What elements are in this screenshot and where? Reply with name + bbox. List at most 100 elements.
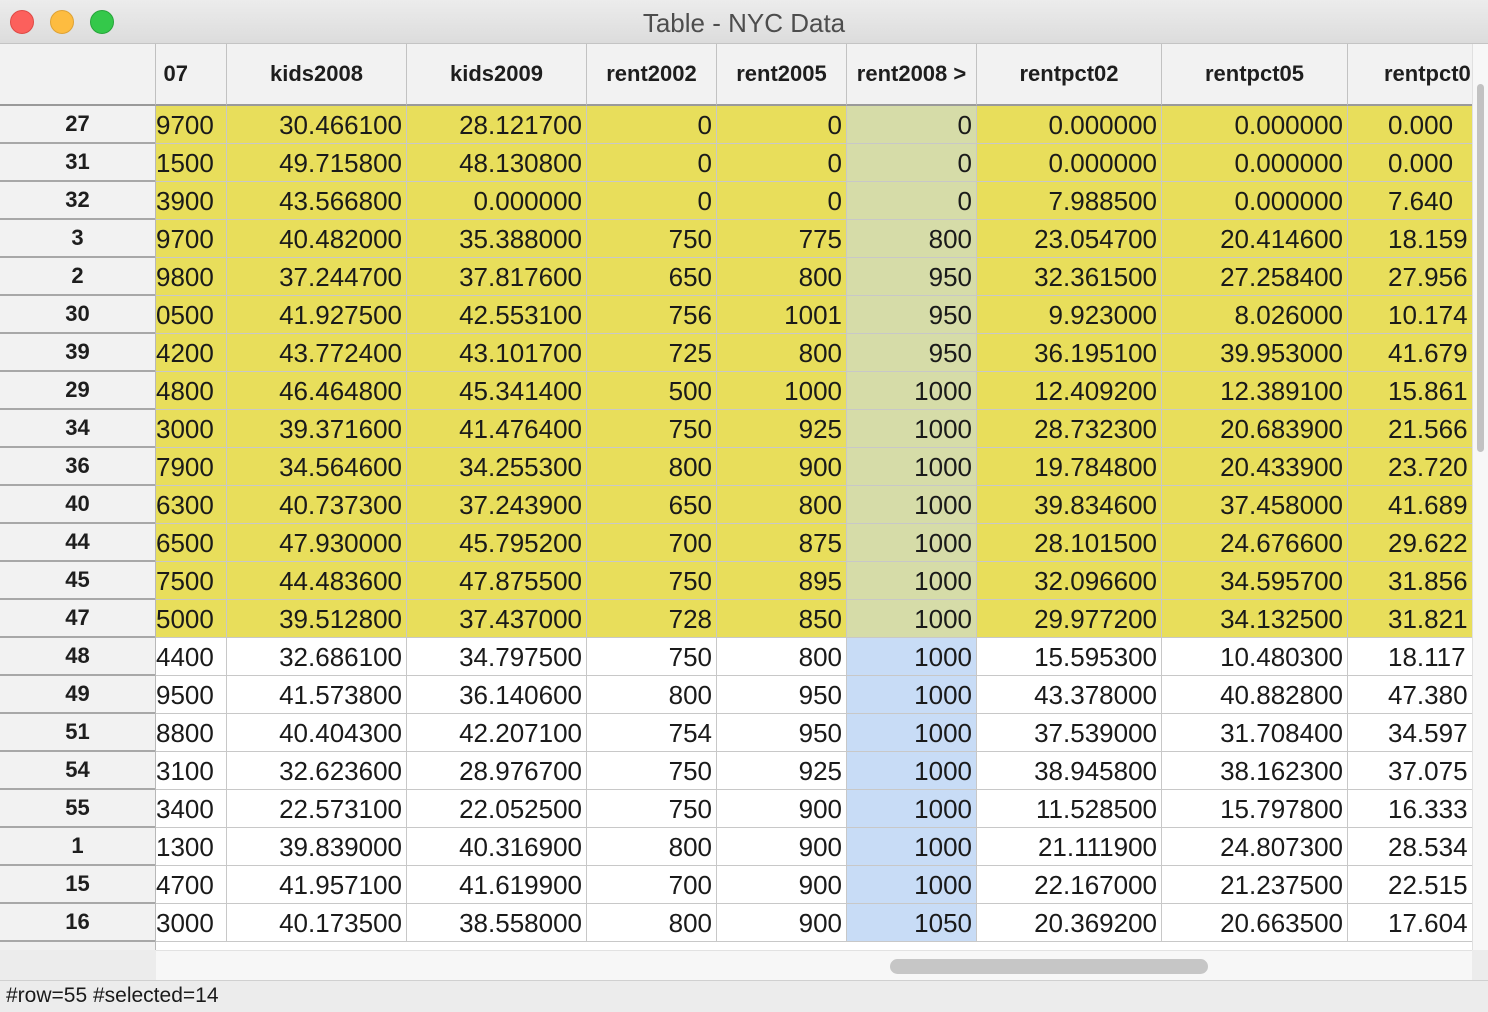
table-cell[interactable]: 900 xyxy=(717,904,847,942)
table-cell[interactable]: 34.597 xyxy=(1348,714,1472,752)
table-cell[interactable]: 40.173500 xyxy=(227,904,407,942)
table-cell[interactable]: 1000 xyxy=(847,524,977,562)
row-header[interactable]: 39 xyxy=(0,334,155,372)
table-cell[interactable]: 7900 xyxy=(156,448,227,486)
table-cell[interactable]: 41.476400 xyxy=(407,410,587,448)
table-cell[interactable]: 0.000000 xyxy=(1162,182,1348,220)
table-cell[interactable]: 0 xyxy=(587,106,717,144)
table-cell[interactable]: 1001 xyxy=(717,296,847,334)
row-header[interactable]: 47 xyxy=(0,600,155,638)
column-header[interactable]: rent2005 xyxy=(717,44,847,106)
table-cell[interactable]: 36.195100 xyxy=(977,334,1162,372)
table-cell[interactable]: 47.930000 xyxy=(227,524,407,562)
table-row[interactable]: 1500 49.715800 48.130800 0 0 0 0.000000 0.00000… xyxy=(156,144,1472,182)
table-cell[interactable]: 800 xyxy=(587,448,717,486)
table-cell[interactable]: 0 xyxy=(717,144,847,182)
table-cell[interactable]: 1000 xyxy=(847,410,977,448)
table-cell[interactable]: 4800 xyxy=(156,372,227,410)
horizontal-scrollbar[interactable] xyxy=(156,950,1472,980)
table-row[interactable]: 3400 22.573100 22.052500 750 900 1000 11.52850… xyxy=(156,790,1472,828)
table-cell[interactable]: 40.737300 xyxy=(227,486,407,524)
table-cell[interactable]: 800 xyxy=(587,904,717,942)
row-header[interactable]: 29 xyxy=(0,372,155,410)
table-row[interactable]: 9700 40.482000 35.388000 750 775 800 23.054700… xyxy=(156,220,1472,258)
table-cell[interactable]: 1000 xyxy=(847,372,977,410)
table-cell[interactable]: 0.000000 xyxy=(977,106,1162,144)
row-header[interactable]: 54 xyxy=(0,752,155,790)
table-cell[interactable]: 0 xyxy=(847,182,977,220)
table-cell[interactable]: 900 xyxy=(717,790,847,828)
row-header[interactable]: 1 xyxy=(0,828,155,866)
column-header[interactable]: rentpct02 xyxy=(977,44,1162,106)
table-cell[interactable]: 1000 xyxy=(847,828,977,866)
table-cell[interactable]: 31.708400 xyxy=(1162,714,1348,752)
table-cell[interactable]: 34.797500 xyxy=(407,638,587,676)
table-cell[interactable]: 20.369200 xyxy=(977,904,1162,942)
table-cell[interactable]: 41.927500 xyxy=(227,296,407,334)
table-cell[interactable]: 39.371600 xyxy=(227,410,407,448)
table-cell[interactable]: 20.414600 xyxy=(1162,220,1348,258)
table-cell[interactable]: 40.482000 xyxy=(227,220,407,258)
table-cell[interactable]: 5000 xyxy=(156,600,227,638)
table-cell[interactable]: 1000 xyxy=(847,676,977,714)
table-cell[interactable]: 28.534 xyxy=(1348,828,1472,866)
row-header[interactable]: 31 xyxy=(0,144,155,182)
table-cell[interactable]: 1000 xyxy=(847,600,977,638)
table-cell[interactable]: 11.528500 xyxy=(977,790,1162,828)
table-cell[interactable]: 0.000000 xyxy=(407,182,587,220)
column-header[interactable]: kids2008 xyxy=(227,44,407,106)
row-header[interactable]: 2 xyxy=(0,258,155,296)
table-cell[interactable]: 43.772400 xyxy=(227,334,407,372)
table-cell[interactable]: 1000 xyxy=(847,638,977,676)
table-cell[interactable]: 9700 xyxy=(156,220,227,258)
table-cell[interactable]: 7.640 xyxy=(1348,182,1472,220)
table-cell[interactable]: 950 xyxy=(717,714,847,752)
row-header[interactable]: 34 xyxy=(0,410,155,448)
table-row[interactable]: 6500 47.930000 45.795200 700 875 1000 28.10150… xyxy=(156,524,1472,562)
table-cell[interactable]: 0.000 xyxy=(1348,144,1472,182)
table-row[interactable]: 4400 32.686100 34.797500 750 800 1000 15.59530… xyxy=(156,638,1472,676)
table-cell[interactable]: 8.026000 xyxy=(1162,296,1348,334)
table-cell[interactable]: 32.623600 xyxy=(227,752,407,790)
table-cell[interactable]: 29.622 xyxy=(1348,524,1472,562)
table-cell[interactable]: 895 xyxy=(717,562,847,600)
table-cell[interactable]: 900 xyxy=(717,866,847,904)
table-cell[interactable]: 29.977200 xyxy=(977,600,1162,638)
table-cell[interactable]: 22.052500 xyxy=(407,790,587,828)
table-cell[interactable]: 43.566800 xyxy=(227,182,407,220)
table-cell[interactable]: 12.389100 xyxy=(1162,372,1348,410)
table-cell[interactable]: 754 xyxy=(587,714,717,752)
table-cell[interactable]: 37.539000 xyxy=(977,714,1162,752)
table-cell[interactable]: 34.132500 xyxy=(1162,600,1348,638)
table-cell[interactable]: 20.683900 xyxy=(1162,410,1348,448)
table-cell[interactable]: 756 xyxy=(587,296,717,334)
vertical-scroll-thumb[interactable] xyxy=(1477,84,1484,452)
column-header[interactable]: rentpct0 xyxy=(1348,44,1472,106)
table-cell[interactable]: 41.619900 xyxy=(407,866,587,904)
table-cell[interactable]: 3100 xyxy=(156,752,227,790)
column-header[interactable]: kids2009 xyxy=(407,44,587,106)
table-cell[interactable]: 38.945800 xyxy=(977,752,1162,790)
table-row[interactable]: 3100 32.623600 28.976700 750 925 1000 38.94580… xyxy=(156,752,1472,790)
table-cell[interactable]: 900 xyxy=(717,828,847,866)
table-cell[interactable]: 23.720 xyxy=(1348,448,1472,486)
table-cell[interactable]: 6300 xyxy=(156,486,227,524)
table-cell[interactable]: 47.875500 xyxy=(407,562,587,600)
table-cell[interactable]: 41.957100 xyxy=(227,866,407,904)
table-cell[interactable]: 1000 xyxy=(847,752,977,790)
table-cell[interactable]: 23.054700 xyxy=(977,220,1162,258)
table-cell[interactable]: 800 xyxy=(717,258,847,296)
table-cell[interactable]: 9800 xyxy=(156,258,227,296)
table-cell[interactable]: 1000 xyxy=(847,448,977,486)
table-cell[interactable]: 9700 xyxy=(156,106,227,144)
table-cell[interactable]: 17.604 xyxy=(1348,904,1472,942)
table-cell[interactable]: 42.207100 xyxy=(407,714,587,752)
table-row[interactable]: 9800 37.244700 37.817600 650 800 950 32.361500… xyxy=(156,258,1472,296)
table-cell[interactable]: 0 xyxy=(587,144,717,182)
table-cell[interactable]: 37.458000 xyxy=(1162,486,1348,524)
row-header[interactable]: 49 xyxy=(0,676,155,714)
table-cell[interactable]: 4700 xyxy=(156,866,227,904)
table-cell[interactable]: 750 xyxy=(587,790,717,828)
table-row[interactable]: 4700 41.957100 41.619900 700 900 1000 22.16700… xyxy=(156,866,1472,904)
table-cell[interactable]: 950 xyxy=(847,296,977,334)
